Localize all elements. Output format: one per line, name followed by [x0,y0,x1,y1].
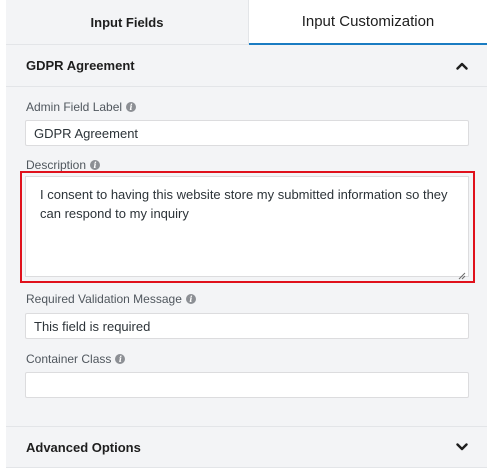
description-label-text: Description [26,158,87,172]
tab-input-customization-label: Input Customization [301,13,435,30]
admin-field-label: Admin Field Label i [26,100,137,114]
admin-field-label-value: GDPR Agreement [34,125,139,141]
help-icon[interactable]: i [90,160,101,170]
customization-panel: Input Fields Input Customization GDPR Ag… [6,0,487,473]
admin-field-label-text: Admin Field Label [26,100,123,114]
description-label: Description i [26,158,101,172]
admin-field-label-input[interactable]: GDPR Agreement [25,120,469,146]
description-value: I consent to having this website store m… [40,187,448,221]
chevron-up-icon[interactable] [455,59,469,73]
section-title: GDPR Agreement [26,58,135,73]
advanced-options-section-header[interactable]: Advanced Options [6,426,487,468]
required-validation-value: This field is required [34,318,151,334]
chevron-down-icon[interactable] [455,440,469,454]
tab-bar: Input Fields Input Customization [6,0,487,45]
help-icon[interactable]: i [126,102,137,112]
bottom-strip [6,468,487,473]
required-validation-label-text: Required Validation Message [26,292,182,306]
tab-input-fields-label: Input Fields [90,14,164,30]
tab-input-customization[interactable]: Input Customization [249,0,487,45]
help-icon[interactable]: i [115,354,126,364]
section-title: Advanced Options [26,439,141,455]
container-class-label: Container Class i [26,352,126,366]
required-validation-input[interactable]: This field is required [25,313,469,339]
tab-input-fields[interactable]: Input Fields [6,0,249,45]
gdpr-agreement-section-header[interactable]: GDPR Agreement [6,45,487,87]
description-textarea[interactable]: I consent to having this website store m… [25,176,469,280]
resize-handle-icon[interactable] [458,266,466,280]
required-validation-label: Required Validation Message i [26,292,196,306]
help-icon[interactable]: i [185,294,196,304]
container-class-label-text: Container Class [26,352,112,366]
container-class-input[interactable] [25,372,469,398]
